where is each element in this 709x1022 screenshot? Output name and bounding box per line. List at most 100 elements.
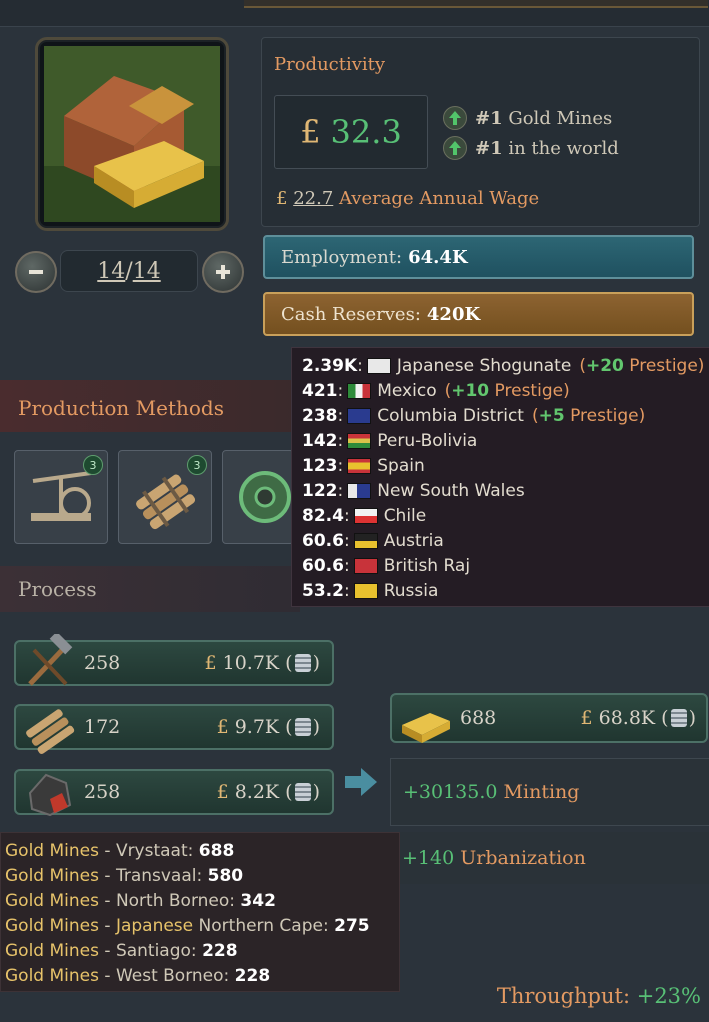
- currency-symbol: £: [276, 188, 288, 209]
- gold-mines-tooltip: Gold Mines - Vrystaat: 688 Gold Mines - …: [0, 832, 400, 992]
- output-qty: 688: [460, 707, 497, 729]
- mine-type: Gold Mines: [5, 841, 99, 861]
- rank-up-icon: [443, 136, 467, 160]
- urbanization-row[interactable]: +140 Urbanization: [390, 832, 709, 884]
- mine-value: 228: [234, 966, 271, 986]
- country-name: Columbia District: [377, 405, 524, 426]
- minting-text: +30135.0 Minting: [403, 781, 579, 803]
- country-row: 142: Peru-Bolivia: [302, 430, 478, 451]
- throughput[interactable]: Throughput: +23%: [497, 984, 701, 1008]
- increase-level-button[interactable]: [202, 251, 244, 293]
- country-row: 238: Columbia District (+5 Prestige): [302, 405, 646, 426]
- prestige-bonus: (+5 Prestige): [531, 405, 646, 426]
- explosives-icon: [26, 709, 75, 754]
- pm-count-badge: 3: [83, 455, 103, 475]
- country-value: 60.6: [302, 530, 344, 551]
- employment-bar[interactable]: Employment: 64.4K: [263, 235, 694, 279]
- pm-count-badge: 3: [187, 455, 207, 475]
- coins-icon: [294, 718, 311, 736]
- mine-type: Gold Mines: [5, 866, 99, 886]
- country-name: Austria: [383, 530, 444, 551]
- production-methods-title: Production Methods: [18, 396, 224, 420]
- level-current: 14: [97, 258, 126, 284]
- minting-label: Minting: [503, 781, 580, 803]
- country-value: 60.6: [302, 555, 344, 576]
- building-image[interactable]: [35, 37, 229, 231]
- input-good-tools[interactable]: 258 £ 10.7K (): [14, 634, 334, 686]
- wage-label: Average Annual Wage: [339, 188, 540, 209]
- production-method-pump[interactable]: 3: [14, 450, 108, 544]
- coal-icon: [28, 773, 72, 817]
- currency-symbol: £: [580, 707, 593, 729]
- prestige-bonus-label: Prestige: [629, 355, 698, 376]
- flag-icon: [347, 482, 372, 499]
- minting-value: +30135.0: [403, 781, 498, 803]
- input-good-explosives[interactable]: 172 £ 9.7K (): [14, 704, 334, 754]
- urbanization-text: +140 Urbanization: [402, 847, 586, 869]
- output-good-gold[interactable]: 688 £ 68.8K (): [390, 693, 708, 743]
- productivity-panel: Productivity £ 32.3 #1 Gold Mines #1 in …: [261, 37, 700, 227]
- automation-gear-icon: [239, 471, 291, 523]
- country-row: 123: Spain: [302, 455, 425, 476]
- mine-type: Gold Mines: [5, 891, 99, 911]
- mine-row: Gold Mines - Japanese Northern Cape: 275: [5, 916, 370, 936]
- top-strip: [0, 0, 709, 27]
- production-method-explosives[interactable]: 3: [118, 450, 212, 544]
- input-good-coal[interactable]: 258 £ 8.2K (): [14, 769, 334, 817]
- country-value: 53.2: [302, 580, 344, 601]
- country-value: 122: [302, 480, 338, 501]
- flag-icon: [353, 557, 378, 574]
- rank-row-world[interactable]: #1 in the world: [443, 136, 619, 160]
- plus-icon: [216, 265, 230, 279]
- mine-row: Gold Mines - Transvaal: 580: [5, 866, 244, 886]
- flag-icon: [353, 507, 378, 524]
- urbanization-value: +140: [402, 847, 455, 869]
- minus-icon: [29, 270, 43, 274]
- flag-icon: [366, 357, 391, 374]
- country-name: British Raj: [383, 555, 471, 576]
- mine-value: 275: [334, 916, 370, 936]
- minting-row[interactable]: +30135.0 Minting: [390, 758, 709, 826]
- throughput-value: +23%: [636, 984, 701, 1008]
- flag-icon: [353, 532, 378, 549]
- productivity-value-box[interactable]: £ 32.3: [274, 95, 428, 169]
- mine-row: Gold Mines - Santiago: 228: [5, 941, 238, 961]
- country-row: 60.6: Austria: [302, 530, 444, 551]
- top-tab: [244, 0, 708, 8]
- country-row: 421: Mexico (+10 Prestige): [302, 380, 570, 401]
- cash-reserves-value: 420K: [426, 303, 481, 325]
- mine-region: Vrystaat: [115, 841, 188, 861]
- coins-icon: [294, 654, 311, 672]
- input-price-value: 8.2K: [234, 781, 280, 803]
- coins-icon: [670, 709, 687, 727]
- gold-bar-icon: [402, 713, 450, 743]
- country-value: 2.39K: [302, 355, 358, 376]
- currency-symbol: £: [216, 781, 229, 803]
- mine-row: Gold Mines - North Borneo: 342: [5, 891, 276, 911]
- input-price-value: 9.7K: [234, 716, 280, 738]
- country-name: Peru-Bolivia: [377, 430, 478, 451]
- prestige-bonus-value: +10: [451, 380, 490, 401]
- throughput-label: Throughput:: [496, 984, 631, 1008]
- productivity-value: 32.3: [330, 113, 402, 151]
- mine-type: Gold Mines: [5, 966, 99, 986]
- mine-value: 580: [207, 866, 244, 886]
- production-method-automation[interactable]: [222, 450, 294, 544]
- mine-region: North Borneo: [115, 891, 230, 911]
- rank-row-gold-mines[interactable]: #1 Gold Mines: [443, 106, 612, 130]
- country-row: 60.6: British Raj: [302, 555, 471, 576]
- input-qty: 258: [84, 652, 121, 674]
- prestige-bonus: (+10 Prestige): [444, 380, 570, 401]
- average-wage[interactable]: £ 22.7 Average Annual Wage: [276, 188, 539, 209]
- country-value: 238: [302, 405, 338, 426]
- mine-region: Santiago: [115, 941, 191, 961]
- gold-mine-building-icon: [44, 46, 220, 222]
- decrease-level-button[interactable]: [15, 251, 57, 293]
- country-row: 82.4: Chile: [302, 505, 427, 526]
- mine-value: 228: [202, 941, 238, 961]
- employment-value: 64.4K: [408, 246, 468, 268]
- cash-reserves-bar[interactable]: Cash Reserves: 420K: [263, 292, 694, 336]
- cash-reserves-label: Cash Reserves:: [281, 303, 421, 325]
- currency-symbol: £: [300, 113, 321, 151]
- flag-icon: [347, 457, 372, 474]
